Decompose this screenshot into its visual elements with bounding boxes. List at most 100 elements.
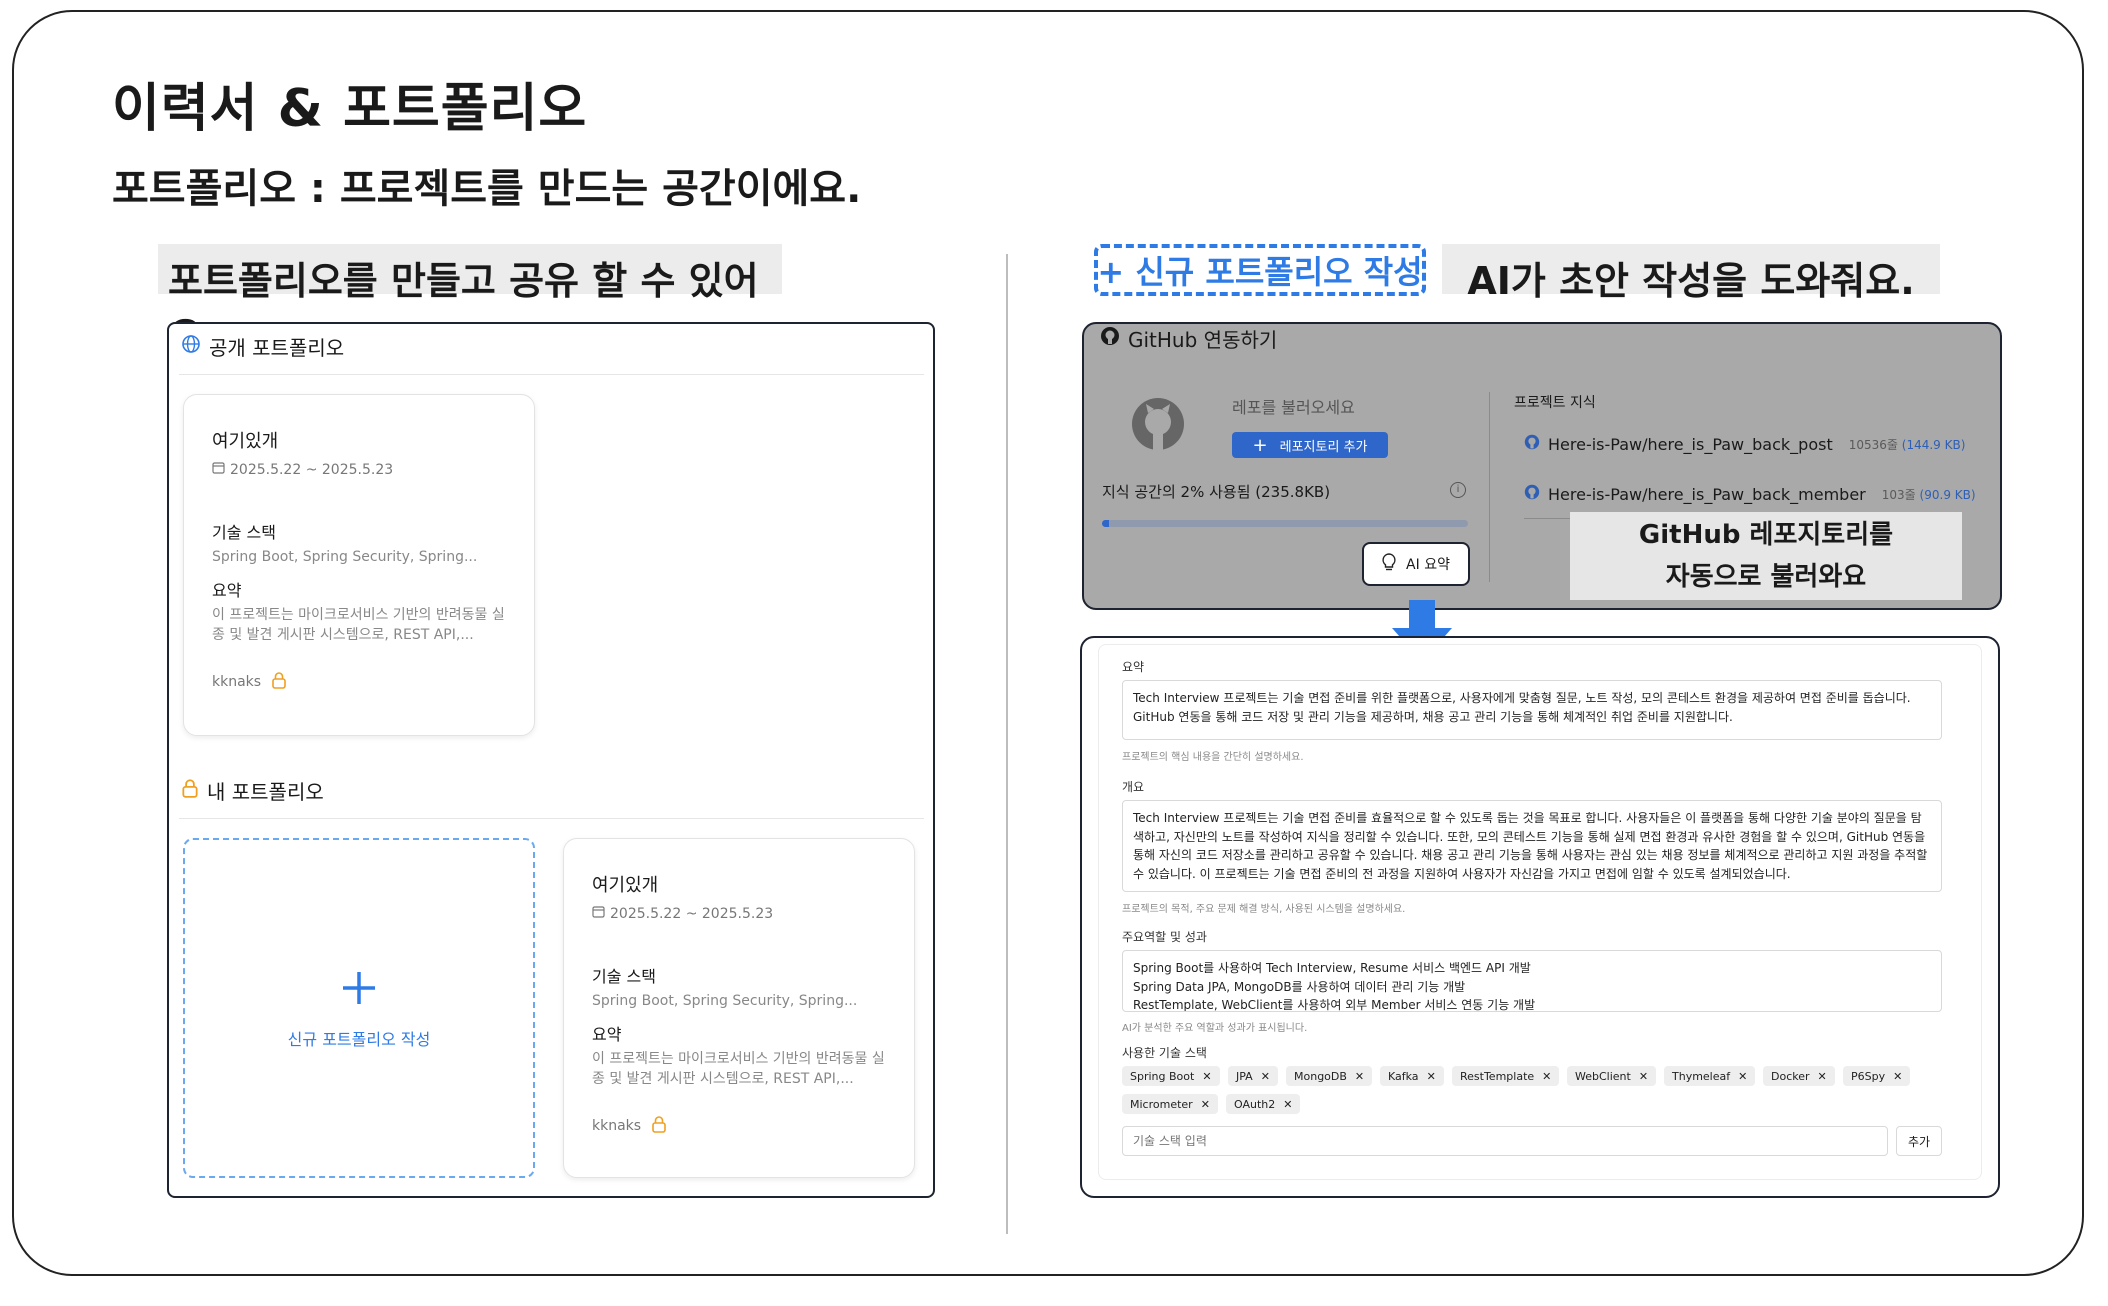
lock-icon (271, 671, 287, 693)
card-summary-line2: 종 및 발견 게시판 시스템으로, REST API,... (592, 1071, 854, 1087)
remove-chip-icon[interactable]: ✕ (1542, 1070, 1551, 1083)
callout-line2: 자동으로 불러와요 (1665, 562, 1867, 592)
repo-divider (1524, 518, 1574, 519)
repo-size: (144.9 KB) (1901, 437, 1966, 452)
role-textarea[interactable]: Spring Boot를 사용하여 Tech Interview, Resume… (1122, 950, 1942, 1012)
plus-icon: + (1252, 434, 1268, 456)
card-stack-value: Spring Boot, Spring Security, Spring... (212, 549, 478, 565)
tech-stack-input[interactable] (1122, 1126, 1888, 1156)
github-logo-icon (1130, 396, 1186, 456)
tech-chip-label: MongoDB (1294, 1069, 1347, 1083)
new-portfolio-label: 신규 포트폴리오 작성 (287, 1030, 431, 1049)
card-stack-label: 기술 스택 (212, 523, 276, 542)
portfolio-list-panel: 공개 포트폴리오 여기있개 2025.5.22 ~ 2025.5.23 기술 스… (167, 322, 935, 1198)
card-date: 2025.5.22 ~ 2025.5.23 (592, 905, 773, 922)
right-caption: AI가 초안 작성을 도와줘요. (1442, 244, 1940, 303)
role-line: Spring Data JPA, MongoDB를 사용하여 데이터 관리 기능… (1133, 979, 1466, 994)
my-portfolio-title: 내 포트폴리오 (207, 780, 324, 804)
summary-textarea[interactable]: Tech Interview 프로젝트는 기술 면접 준비를 위한 플랫폼으로,… (1122, 680, 1942, 740)
card-title: 여기있개 (592, 875, 659, 896)
page-subtitle: 포트폴리오 : 프로젝트를 만드는 공간이에요. (112, 166, 862, 212)
section-divider (179, 818, 924, 819)
remove-chip-icon[interactable]: ✕ (1893, 1070, 1902, 1083)
card-date-text: 2025.5.22 ~ 2025.5.23 (610, 905, 774, 922)
tech-chip-label: Thymeleaf (1672, 1069, 1731, 1083)
card-summary-label: 요약 (592, 1025, 622, 1044)
tech-stack-chips: Micrometer ✕ OAuth2 ✕ (1122, 1094, 1962, 1116)
author-name: kknaks (592, 1118, 642, 1134)
summary-hint: 프로젝트의 핵심 내용을 간단히 설명하세요. (1122, 752, 1304, 763)
overview-hint: 프로젝트의 목적, 주요 문제 해결 방식, 사용된 시스템을 설명하세요. (1122, 904, 1406, 915)
github-header: GitHub 연동하기 (1100, 324, 1277, 353)
card-date-text: 2025.5.22 ~ 2025.5.23 (230, 461, 394, 478)
card-summary-line1: 이 프로젝트는 마이크로서비스 기반의 반려동물 실 (212, 607, 505, 623)
portfolio-card-public[interactable]: 여기있개 2025.5.22 ~ 2025.5.23 기술 스택 Spring … (183, 394, 535, 736)
repo-size: (90.9 KB) (1919, 487, 1976, 502)
globe-icon (181, 334, 201, 359)
tech-stack-chips: Spring Boot ✕ JPA ✕ MongoDB ✕ Kafka ✕ RestTempla… (1122, 1066, 1962, 1088)
remove-chip-icon[interactable]: ✕ (1818, 1070, 1827, 1083)
remove-chip-icon[interactable]: ✕ (1639, 1070, 1648, 1083)
remove-chip-icon[interactable]: ✕ (1201, 1098, 1210, 1111)
summary-label: 요약 (1122, 660, 1145, 674)
repo-name: Here-is-Paw/here_is_Paw_back_post (1548, 434, 1833, 454)
portfolio-card-mine[interactable]: 여기있개 2025.5.22 ~ 2025.5.23 기술 스택 Spring … (563, 838, 915, 1178)
tech-chip: Micrometer ✕ (1122, 1094, 1218, 1114)
github-icon (1100, 326, 1120, 351)
calendar-icon (212, 461, 225, 478)
repo-lines: 103줄 (1881, 487, 1916, 502)
lock-icon (651, 1115, 667, 1137)
card-summary-line1: 이 프로젝트는 마이크로서비스 기반의 반려동물 실 (592, 1051, 885, 1067)
repo-item[interactable]: Here-is-Paw/here_is_Paw_back_post 10536줄… (1524, 434, 1965, 454)
tech-chip: Docker ✕ (1763, 1066, 1835, 1086)
remove-chip-icon[interactable]: ✕ (1355, 1070, 1364, 1083)
tech-chip-label: WebClient (1575, 1069, 1631, 1083)
repo-meta: 10536줄 (144.9 KB) (1849, 436, 1966, 453)
add-repo-button[interactable]: + 레포지토리 추가 (1232, 432, 1388, 458)
card-summary-label: 요약 (212, 581, 242, 600)
public-portfolio-header: 공개 포트폴리오 (181, 332, 344, 361)
add-stack-button[interactable]: 추가 (1896, 1126, 1942, 1156)
card-author: kknaks (212, 671, 287, 693)
card-author: kknaks (592, 1115, 667, 1137)
repo-item[interactable]: Here-is-Paw/here_is_Paw_back_member 103줄… (1524, 484, 1976, 504)
lock-icon (181, 778, 199, 803)
usage-progress-bar (1102, 520, 1468, 527)
new-portfolio-button[interactable]: + 신규 포트폴리오 작성 (1094, 244, 1426, 296)
remove-chip-icon[interactable]: ✕ (1202, 1070, 1211, 1083)
card-stack-label: 기술 스택 (592, 967, 656, 986)
plus-icon (185, 970, 533, 1010)
tech-chip: RestTemplate ✕ (1452, 1066, 1560, 1086)
vertical-divider (1006, 254, 1008, 1234)
add-repo-label: 레포지토리 추가 (1279, 439, 1368, 455)
section-divider (179, 374, 924, 375)
remove-chip-icon[interactable]: ✕ (1738, 1070, 1747, 1083)
new-portfolio-card[interactable]: 신규 포트폴리오 작성 (183, 838, 535, 1178)
lightbulb-icon (1382, 553, 1396, 575)
remove-chip-icon[interactable]: ✕ (1283, 1098, 1292, 1111)
info-icon[interactable]: i (1450, 482, 1466, 498)
tech-chip-label: Micrometer (1130, 1097, 1193, 1111)
tech-chip: MongoDB ✕ (1286, 1066, 1373, 1086)
github-icon (1524, 434, 1540, 454)
left-caption: 포트폴리오를 만들고 공유 할 수 있어요. (158, 244, 782, 358)
role-hint: AI가 분석한 주요 역할과 성과가 표시됩니다. (1122, 1023, 1308, 1034)
card-stack-value: Spring Boot, Spring Security, Spring... (592, 993, 858, 1009)
remove-chip-icon[interactable]: ✕ (1261, 1070, 1270, 1083)
github-callout: GitHub 레포지토리를 자동으로 불러와요 (1570, 512, 1962, 600)
card-summary-line2: 종 및 발견 게시판 시스템으로, REST API,... (212, 627, 474, 643)
remove-chip-icon[interactable]: ✕ (1427, 1070, 1436, 1083)
ai-summary-button[interactable]: AI 요약 (1362, 542, 1470, 586)
overview-textarea[interactable]: Tech Interview 프로젝트는 기술 면접 준비를 효율적으로 할 수… (1122, 800, 1942, 892)
role-label: 주요역할 및 성과 (1122, 930, 1207, 944)
page-title: 이력서 & 포트폴리오 (112, 79, 588, 139)
stack-label: 사용한 기술 스택 (1122, 1046, 1207, 1060)
tech-chip-label: OAuth2 (1234, 1097, 1276, 1111)
my-portfolio-header: 내 포트폴리오 (181, 776, 324, 805)
role-line: Spring Boot를 사용하여 Tech Interview, Resume… (1133, 961, 1531, 975)
tech-chip-label: P6Spy (1851, 1069, 1886, 1083)
usage-text: 지식 공간의 2% 사용됨 (235.8KB) (1102, 483, 1331, 501)
ai-summary-label: AI 요약 (1406, 557, 1450, 573)
tech-chip: Thymeleaf ✕ (1664, 1066, 1756, 1086)
tech-chip-label: JPA (1236, 1069, 1253, 1083)
